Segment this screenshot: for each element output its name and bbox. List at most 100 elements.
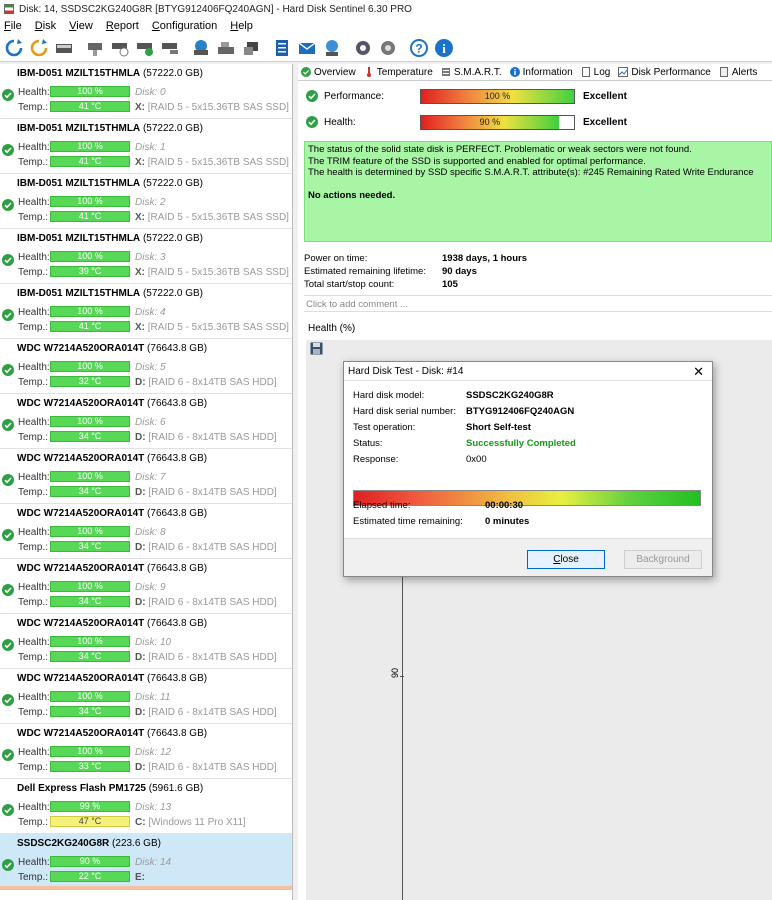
disk-list-item[interactable]: WDC W7214A520ORA014T (76643.8 GB) Health:…	[0, 724, 292, 779]
check-icon	[2, 309, 14, 321]
tab-s-m-a-r-t[interactable]: S.M.A.R.T.	[441, 67, 502, 78]
menu-report[interactable]: Report	[106, 20, 139, 32]
health-bar: 100 %	[50, 141, 130, 152]
tab-label: S.M.A.R.T.	[453, 66, 502, 78]
disk-list-item[interactable]: WDC W7214A520ORA014T (76643.8 GB) Health:…	[0, 504, 292, 559]
disk-volume: D: [RAID 6 - 8x14TB SAS HDD]	[135, 487, 277, 498]
info-icon[interactable]: i	[433, 37, 455, 59]
disk-list-item[interactable]: IBM-D051 MZILT15THMLA (57222.0 GB) Health…	[0, 174, 292, 229]
menu-view[interactable]: View	[69, 20, 93, 32]
disk-list-item[interactable]: WDC W7214A520ORA014T (76643.8 GB) Health:…	[0, 669, 292, 724]
background-button-label: Background	[636, 554, 690, 565]
health-label: Health:	[18, 252, 50, 263]
disk-number: Disk: 8	[135, 527, 166, 538]
backup-copy-icon[interactable]	[240, 37, 262, 59]
health-bar: 100 %	[50, 471, 130, 482]
health-bar: 90 %	[420, 114, 575, 130]
disk-drive-icon[interactable]	[53, 37, 75, 59]
disk-list-item[interactable]: SSDSC2KG240G8R (223.6 GB) Health: 90 % Disk…	[0, 834, 292, 890]
disk-number: Disk: 9	[135, 582, 166, 593]
backup-disk-icon[interactable]	[215, 37, 237, 59]
save-icon[interactable]	[310, 342, 323, 355]
email-icon[interactable]	[296, 37, 318, 59]
disk-list-item[interactable]: WDC W7214A520ORA014T (76643.8 GB) Health:…	[0, 394, 292, 449]
network-icon[interactable]	[321, 37, 343, 59]
refresh-all-icon[interactable]	[28, 37, 50, 59]
disk-list-item[interactable]: IBM-D051 MZILT15THMLA (57222.0 GB) Health…	[0, 64, 292, 119]
alert-settings-icon[interactable]	[377, 37, 399, 59]
disk-list-item[interactable]: WDC W7214A520ORA014T (76643.8 GB) Health:…	[0, 559, 292, 614]
app-logo-icon	[4, 4, 14, 14]
volume-letter: C:	[135, 817, 146, 828]
background-button[interactable]: Background	[624, 550, 702, 569]
volume-description: [RAID 6 - 8x14TB SAS HDD]	[148, 542, 277, 553]
check-icon	[2, 749, 14, 761]
disk-capacity: (57222.0 GB)	[142, 68, 203, 79]
disk-list-item[interactable]: IBM-D051 MZILT15THMLA (57222.0 GB) Health…	[0, 119, 292, 174]
disk-list-item[interactable]: Dell Express Flash PM1725 (5961.6 GB) Hea…	[0, 779, 292, 834]
tab-temperature[interactable]: Temperature	[364, 67, 433, 78]
log-icon	[581, 67, 594, 77]
refresh-icon[interactable]	[3, 37, 25, 59]
disk-remove-icon[interactable]	[159, 37, 181, 59]
tab-alerts[interactable]: Alerts	[719, 67, 757, 78]
disk-volume: X: [RAID 5 - 5x15.36TB SAS SSD]	[135, 212, 289, 223]
disk-model: WDC W7214A520ORA014T	[17, 343, 145, 354]
tab-disk-performance[interactable]: Disk Performance	[618, 66, 711, 78]
disk-volume: D: [RAID 6 - 8x14TB SAS HDD]	[135, 377, 277, 388]
disk-volume: C: [Windows 11 Pro X11]	[135, 817, 246, 828]
disk-model: SSDSC2KG240G8R	[17, 838, 110, 849]
volume-letter: D:	[135, 487, 146, 498]
disk-volume: D: [RAID 6 - 8x14TB SAS HDD]	[135, 432, 277, 443]
health-label: Health:	[18, 87, 50, 98]
power-on-value: 1938 days, 1 hours	[442, 253, 528, 264]
health-bar: 100 %	[50, 306, 130, 317]
temperature-bar: 33 °C	[50, 761, 130, 772]
disk-info-icon[interactable]	[84, 37, 106, 59]
disk-name: WDC W7214A520ORA014T (76643.8 GB)	[17, 563, 207, 574]
disk-list-item[interactable]: WDC W7214A520ORA014T (76643.8 GB) Health:…	[0, 339, 292, 394]
disk-model: IBM-D051 MZILT15THMLA	[17, 233, 141, 244]
elapsed-label: Elapsed time:	[353, 500, 411, 511]
check-icon	[2, 199, 14, 211]
check-icon	[2, 364, 14, 376]
disk-name: IBM-D051 MZILT15THMLA (57222.0 GB)	[17, 288, 203, 299]
tab-log[interactable]: Log	[581, 67, 610, 78]
disk-model: Dell Express Flash PM1725	[17, 783, 146, 794]
check-icon	[2, 89, 14, 101]
tab-label: Disk Performance	[631, 66, 711, 78]
health-bar: 100 %	[50, 361, 130, 372]
disk-list-item[interactable]: IBM-D051 MZILT15THMLA (57222.0 GB) Health…	[0, 284, 292, 339]
disk-list-item[interactable]: WDC W7214A520ORA014T (76643.8 GB) Health:…	[0, 614, 292, 669]
disk-capacity: (57222.0 GB)	[142, 178, 203, 189]
svg-text:?: ?	[415, 41, 422, 55]
backup-icon[interactable]	[190, 37, 212, 59]
info-icon	[509, 67, 523, 77]
volume-description: [RAID 6 - 8x14TB SAS HDD]	[148, 762, 277, 773]
health-label: Health:	[18, 362, 50, 373]
check-icon	[2, 639, 14, 651]
report-icon[interactable]	[271, 37, 293, 59]
disk-list-item[interactable]: WDC W7214A520ORA014T (76643.8 GB) Health:…	[0, 449, 292, 504]
close-icon[interactable]: ✕	[693, 364, 704, 380]
disk-test-icon[interactable]	[109, 37, 131, 59]
status-line: The TRIM feature of the SSD is supported…	[308, 155, 646, 167]
disk-list-item[interactable]: IBM-D051 MZILT15THMLA (57222.0 GB) Health…	[0, 229, 292, 284]
disk-check-icon[interactable]	[134, 37, 156, 59]
disk-model: WDC W7214A520ORA014T	[17, 618, 145, 629]
tab-overview[interactable]: Overview	[301, 66, 356, 78]
settings-icon[interactable]	[352, 37, 374, 59]
menu-file[interactable]: File	[4, 20, 22, 32]
check-icon	[2, 859, 14, 871]
menu-help[interactable]: Help	[230, 20, 253, 32]
help-icon[interactable]: ?	[408, 37, 430, 59]
close-button[interactable]: Close	[527, 550, 605, 569]
disk-name: WDC W7214A520ORA014T (76643.8 GB)	[17, 508, 207, 519]
disk-model: WDC W7214A520ORA014T	[17, 453, 145, 464]
health-bar: 100 %	[50, 746, 130, 757]
comment-field[interactable]: Click to add comment ...	[304, 295, 772, 312]
disk-number: Disk: 0	[135, 87, 166, 98]
tab-information[interactable]: Information	[509, 67, 573, 78]
menu-disk[interactable]: Disk	[35, 20, 56, 32]
menu-configuration[interactable]: Configuration	[152, 20, 217, 32]
